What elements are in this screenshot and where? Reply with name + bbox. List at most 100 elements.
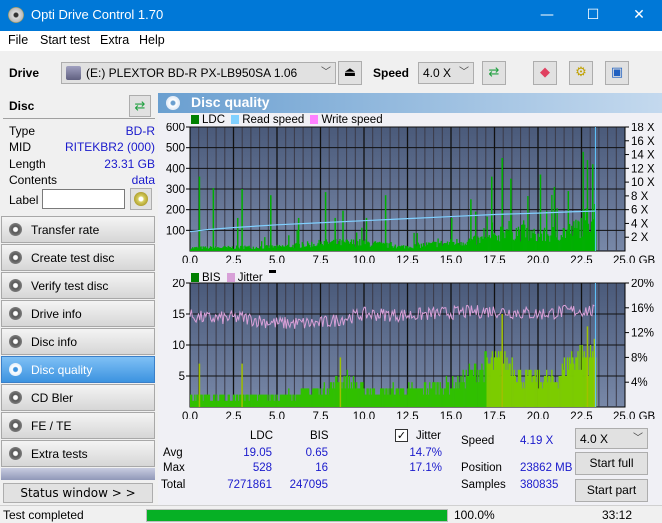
speed-value: 4.19 X xyxy=(520,435,554,447)
maximize-button[interactable]: ☐ xyxy=(570,0,616,31)
close-button[interactable]: ✕ xyxy=(616,0,662,31)
speed-label: Speed xyxy=(373,66,410,80)
stats-max-label: Max xyxy=(163,462,185,474)
speed-select[interactable]: 4.0 X ﹀ xyxy=(418,62,474,84)
disc-header: Disc ⇄ xyxy=(3,93,155,119)
menu-help[interactable]: Help xyxy=(139,33,165,47)
ldc-spike xyxy=(567,191,570,251)
nav-label: Disc info xyxy=(31,335,78,349)
disc-label-button[interactable] xyxy=(130,188,152,210)
disc-icon xyxy=(9,363,22,376)
settings-button[interactable]: ⚙ xyxy=(569,61,593,85)
type-label: Type xyxy=(9,124,36,138)
refresh-arrows-icon: ⇄ xyxy=(488,65,500,80)
nav-cd-bler[interactable]: CD Bler xyxy=(1,384,155,411)
erase-button[interactable]: ◆ xyxy=(533,61,557,85)
contents-label: Contents xyxy=(9,173,58,187)
disc-label-input[interactable] xyxy=(42,189,125,209)
nav-fe-te[interactable]: FE / TE xyxy=(1,412,155,439)
disc-refresh-button[interactable]: ⇄ xyxy=(129,95,151,117)
y-right-tick-label: 16 X xyxy=(631,136,655,148)
nav-disc-info[interactable]: Disc info xyxy=(1,328,155,355)
disc-icon xyxy=(9,307,22,320)
refresh-button[interactable]: ⇄ xyxy=(482,61,506,85)
disc-icon xyxy=(9,447,22,460)
menu-extra[interactable]: Extra xyxy=(100,33,129,47)
ldc-spike xyxy=(297,217,300,251)
minimize-button[interactable]: — xyxy=(524,0,570,31)
floppy-icon: ▣ xyxy=(610,65,624,80)
x-tick-label: 7.5 xyxy=(313,411,329,419)
disc-mid-row: MID RITEKBR2 (000) xyxy=(9,140,155,156)
nav-verify-test-disc[interactable]: Verify test disc xyxy=(1,272,155,299)
mid-label: MID xyxy=(9,140,31,154)
save-button[interactable]: ▣ xyxy=(605,61,629,85)
disc-quality-panel: Disc quality LDC Read speed Write speed … xyxy=(158,93,662,505)
disc-icon xyxy=(9,419,22,432)
nav-transfer-rate[interactable]: Transfer rate xyxy=(1,216,155,243)
x-tick-label: 5.0 xyxy=(269,255,285,263)
gears-icon: ⚙ xyxy=(575,65,587,80)
menu-bar: File Start test Extra Help xyxy=(0,31,662,51)
x-tick-label: 2.5 xyxy=(226,255,242,263)
nav-disc-quality[interactable]: Disc quality xyxy=(1,356,155,383)
title-bar: Opti Drive Control 1.70 — ☐ ✕ xyxy=(0,0,662,31)
progress-bar xyxy=(146,509,448,522)
disc-icon xyxy=(9,223,22,236)
y-right-tick-label: 8 X xyxy=(631,191,649,203)
x-tick-label: 25.0 GB xyxy=(613,255,656,263)
y-right-tick-label: 16% xyxy=(631,303,654,315)
drive-select[interactable]: (E:) PLEXTOR BD-R PX-LB950SA 1.06 ﹀ xyxy=(61,62,336,84)
ldc-spike xyxy=(241,189,243,251)
nav-drive-info[interactable]: Drive info xyxy=(1,300,155,327)
disc-contents-row: Contents data xyxy=(9,173,155,189)
test-speed-select[interactable]: 4.0 X ﹀ xyxy=(575,428,648,449)
disc-icon xyxy=(9,251,22,264)
y-right-tick-label: 14 X xyxy=(631,150,655,162)
label-label: Label xyxy=(9,193,39,207)
x-tick-label: 10.0 xyxy=(353,411,375,419)
nav-extra-tests[interactable]: Extra tests xyxy=(1,440,155,467)
progress-fill xyxy=(147,510,447,521)
status-window-button[interactable]: Status window > > xyxy=(3,483,153,503)
y-right-tick-label: 10 X xyxy=(631,177,655,189)
ldc-spike xyxy=(470,199,472,251)
y-tick-label: 100 xyxy=(166,225,185,237)
x-tick-label: 25.0 GB xyxy=(613,411,656,419)
y-tick-label: 600 xyxy=(166,123,185,134)
sidebar: Disc ⇄ Type BD-R MID RITEKBR2 (000) Length… xyxy=(0,93,157,505)
y-right-tick-label: 12% xyxy=(631,328,654,340)
x-tick-label: 12.5 xyxy=(396,411,418,419)
status-bar: Test completed 100.0% 33:12 xyxy=(0,505,662,523)
nav-label: Disc quality xyxy=(31,363,93,377)
eject-icon: ⏏ xyxy=(343,65,357,80)
y-tick-label: 300 xyxy=(166,184,185,196)
bis-avg-value: 0.65 xyxy=(305,447,328,459)
ldc-spike xyxy=(491,176,493,251)
y-right-tick-label: 4 X xyxy=(631,218,649,230)
x-tick-label: 22.5 xyxy=(570,411,592,419)
drive-label: Drive xyxy=(9,66,40,80)
x-tick-label: 20.0 xyxy=(527,411,549,419)
eject-button[interactable]: ⏏ xyxy=(338,61,362,85)
y-right-tick-label: 20% xyxy=(631,279,654,290)
jitter-checkbox[interactable]: ✓ xyxy=(395,429,408,442)
x-tick-label: 0.0 xyxy=(182,255,198,263)
menu-start-test[interactable]: Start test xyxy=(40,33,90,47)
x-tick-label: 2.5 xyxy=(226,411,242,419)
x-tick-label: 17.5 xyxy=(483,411,505,419)
position-value: 23862 MB xyxy=(520,462,573,474)
disc-title: Disc xyxy=(9,99,35,113)
status-text: Test completed xyxy=(3,508,84,522)
y-tick-label: 20 xyxy=(172,279,185,290)
nav-label: Verify test disc xyxy=(31,279,109,293)
y-tick-label: 10 xyxy=(172,340,185,352)
start-part-button[interactable]: Start part xyxy=(575,479,648,502)
nav-label: Drive info xyxy=(31,307,82,321)
nav-label: Transfer rate xyxy=(31,223,100,237)
ldc-spike xyxy=(270,195,272,251)
start-full-button[interactable]: Start full xyxy=(575,452,648,475)
nav-create-test-disc[interactable]: Create test disc xyxy=(1,244,155,271)
menu-file[interactable]: File xyxy=(8,33,28,47)
disc-quality-icon xyxy=(166,96,180,110)
